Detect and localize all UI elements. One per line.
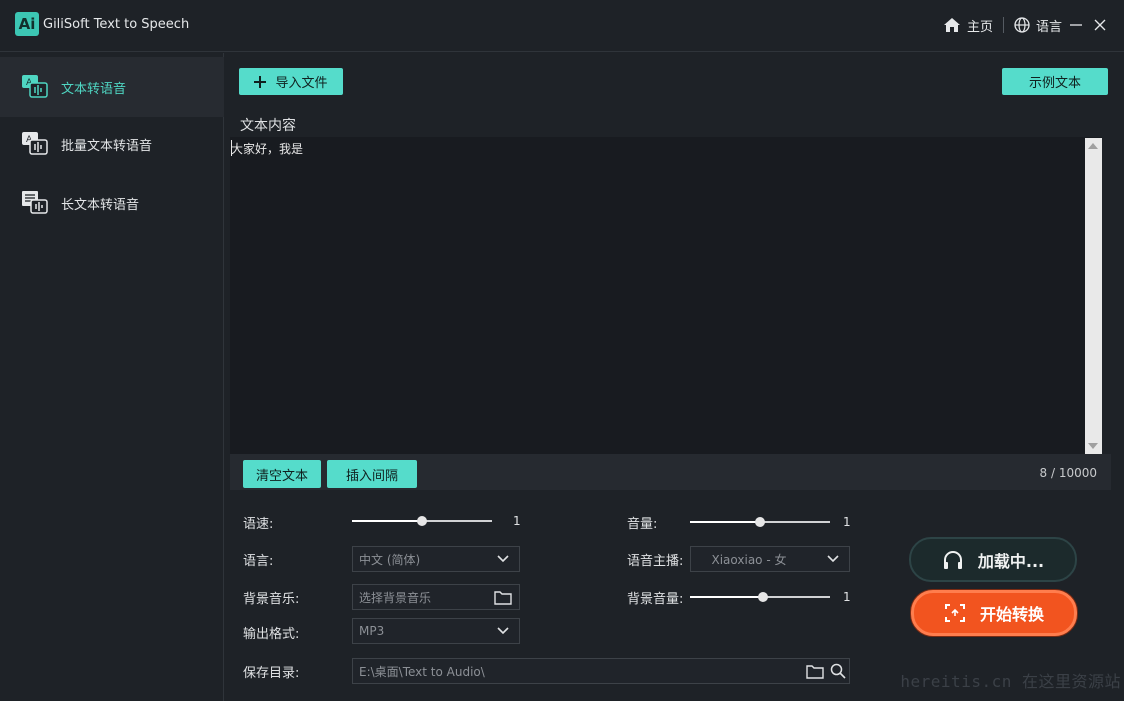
start-convert-button[interactable]: 开始转换 bbox=[911, 590, 1077, 636]
slider-knob[interactable] bbox=[755, 517, 765, 527]
bg-music-label: 背景音乐: bbox=[243, 592, 300, 607]
speed-slider[interactable] bbox=[352, 516, 492, 526]
sample-text-label: 示例文本 bbox=[1028, 76, 1081, 91]
text-input-value: 大家好，我是 bbox=[231, 142, 304, 156]
home-icon bbox=[943, 18, 960, 32]
home-button[interactable]: 主页 bbox=[943, 16, 993, 35]
text-content-label: 文本内容 bbox=[240, 118, 296, 134]
plus-icon bbox=[254, 75, 267, 88]
volume-value: 1 bbox=[843, 515, 851, 529]
save-dir-label: 保存目录: bbox=[243, 666, 300, 681]
slider-fill bbox=[352, 520, 422, 522]
sidebar-item-text-to-speech[interactable]: A 文本转语音 bbox=[0, 57, 224, 117]
chevron-down-icon bbox=[497, 555, 509, 563]
speed-value: 1 bbox=[513, 514, 521, 528]
scroll-up-icon[interactable] bbox=[1088, 143, 1098, 149]
sample-text-button[interactable]: 示例文本 bbox=[1002, 68, 1108, 95]
text-input-area[interactable] bbox=[230, 137, 1102, 454]
sidebar-item-batch-text-to-speech[interactable]: A 批量文本转语音 bbox=[0, 114, 224, 174]
voice-select-value: Xiaoxiao - 女 bbox=[711, 552, 787, 567]
save-dir-field[interactable]: E:\桌面\Text to Audio\ bbox=[352, 658, 850, 684]
minimize-button[interactable] bbox=[1066, 15, 1086, 35]
chevron-down-icon bbox=[497, 627, 509, 635]
output-format-select[interactable]: MP3 bbox=[352, 618, 520, 644]
app-title: GiliSoft Text to Speech bbox=[43, 17, 190, 32]
search-icon[interactable] bbox=[830, 663, 846, 679]
home-label: 主页 bbox=[966, 19, 993, 35]
minimize-icon bbox=[1070, 24, 1082, 26]
clear-text-label: 清空文本 bbox=[255, 468, 308, 484]
slider-knob[interactable] bbox=[757, 592, 768, 602]
watermark: hereitis.cn 在这里资源站 bbox=[900, 672, 1121, 691]
titlebar-divider bbox=[1002, 17, 1004, 33]
output-format-value: MP3 bbox=[359, 624, 385, 638]
bg-volume-value: 1 bbox=[843, 590, 851, 604]
voice-select[interactable]: Xiaoxiao - 女 bbox=[690, 546, 850, 572]
slider-knob[interactable] bbox=[417, 516, 427, 526]
bg-music-field[interactable]: 选择背景音乐 bbox=[352, 584, 520, 610]
close-icon bbox=[1094, 19, 1106, 31]
sidebar-item-label: 长文本转语音 bbox=[61, 197, 140, 213]
volume-label: 音量: bbox=[627, 517, 658, 532]
bg-volume-label: 背景音量: bbox=[627, 592, 684, 607]
text-cursor bbox=[231, 140, 232, 156]
close-button[interactable] bbox=[1090, 15, 1110, 35]
insert-pause-label: 插入间隔 bbox=[345, 468, 398, 484]
clear-text-button[interactable]: 清空文本 bbox=[243, 460, 321, 488]
bg-music-placeholder: 选择背景音乐 bbox=[359, 590, 432, 605]
language-select-value: 中文 (简体) bbox=[359, 552, 421, 567]
sidebar-item-label: 批量文本转语音 bbox=[61, 138, 153, 154]
chevron-down-icon bbox=[827, 555, 839, 563]
bg-volume-slider[interactable] bbox=[690, 592, 830, 602]
output-format-label: 输出格式: bbox=[243, 627, 300, 642]
language-label: 语言 bbox=[1035, 19, 1062, 35]
slider-fill bbox=[690, 596, 763, 598]
import-file-button[interactable]: 导入文件 bbox=[239, 68, 343, 95]
globe-icon bbox=[1014, 17, 1030, 33]
save-dir-value: E:\桌面\Text to Audio\ bbox=[359, 664, 485, 679]
speed-label: 语速: bbox=[243, 517, 274, 532]
scroll-down-icon[interactable] bbox=[1088, 443, 1098, 449]
start-convert-label: 开始转换 bbox=[979, 605, 1044, 624]
title-bar: Ai GiliSoft Text to Speech 主页 语言 bbox=[0, 0, 1124, 52]
language-select[interactable]: 中文 (简体) bbox=[352, 546, 520, 572]
language-setting-label: 语言: bbox=[243, 554, 274, 569]
text-scrollbar[interactable] bbox=[1085, 138, 1102, 454]
sidebar-item-long-text-to-speech[interactable]: 长文本转语音 bbox=[0, 173, 224, 233]
folder-icon[interactable] bbox=[494, 590, 512, 605]
loading-label: 加载中... bbox=[977, 551, 1045, 571]
slider-fill bbox=[690, 521, 760, 523]
batch-speech-icon: A bbox=[22, 132, 48, 155]
convert-icon bbox=[944, 604, 965, 622]
volume-slider[interactable] bbox=[690, 517, 830, 527]
import-file-label: 导入文件 bbox=[275, 76, 328, 91]
text-speech-icon: A bbox=[22, 75, 48, 98]
long-text-speech-icon bbox=[22, 191, 48, 214]
insert-pause-button[interactable]: 插入间隔 bbox=[327, 460, 417, 488]
voice-label: 语音主播: bbox=[627, 554, 684, 569]
folder-icon[interactable] bbox=[806, 664, 824, 679]
loading-button[interactable]: 加载中... bbox=[909, 537, 1077, 582]
sidebar-item-label: 文本转语音 bbox=[61, 81, 127, 97]
app-logo: Ai bbox=[15, 12, 39, 36]
headphones-icon bbox=[943, 550, 962, 569]
sidebar: A 文本转语音 A 批量文本转语音 长文本转语音 bbox=[0, 53, 224, 701]
char-counter: 8 / 10000 bbox=[1039, 466, 1097, 480]
titlebar-controls: 主页 语言 bbox=[943, 14, 1110, 36]
language-button[interactable]: 语言 bbox=[1014, 16, 1062, 35]
